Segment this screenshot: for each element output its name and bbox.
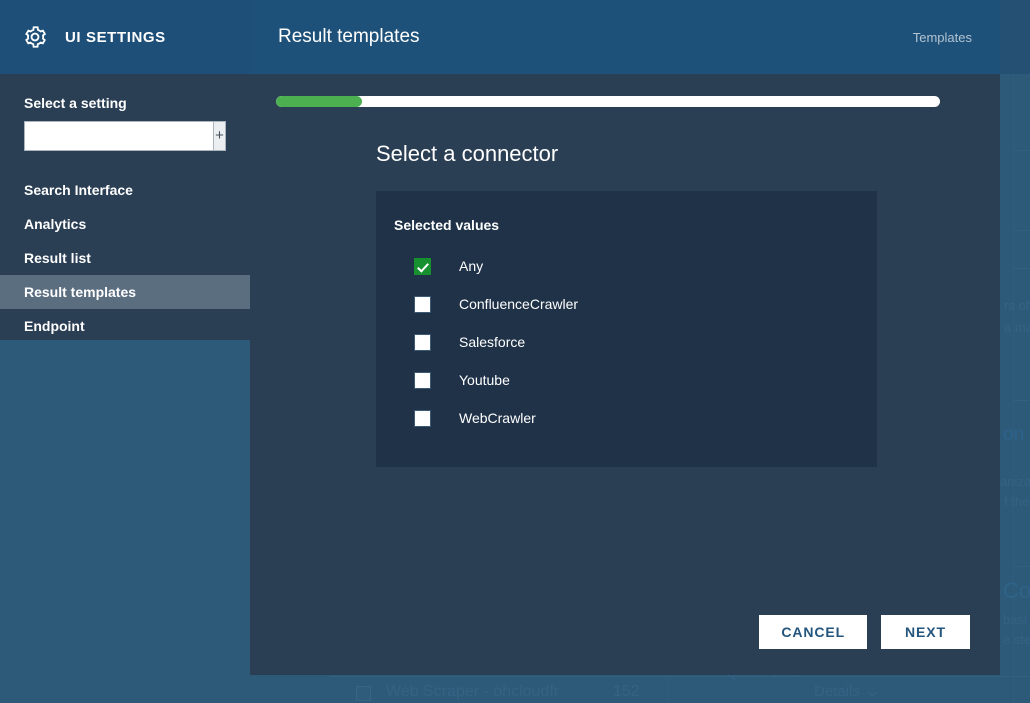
connector-option-salesforce[interactable]: Salesforce xyxy=(376,323,877,361)
sidebar-item-label: Analytics xyxy=(24,216,87,232)
sidebar-item-analytics[interactable]: Analytics xyxy=(0,207,250,241)
wizard-progress-bar xyxy=(276,96,940,107)
add-setting-button[interactable]: + xyxy=(213,121,226,151)
connector-option-label: Salesforce xyxy=(459,334,526,350)
sidebar-item-label: Result templates xyxy=(24,284,137,300)
checkbox-webcrawler[interactable] xyxy=(414,409,431,427)
connector-option-youtube[interactable]: Youtube xyxy=(376,361,877,399)
sidebar-item-result-templates[interactable]: Result templates xyxy=(0,275,250,309)
selected-values-panel: Selected values Any ConfluenceCrawler Sa… xyxy=(376,191,877,467)
sidebar-title: UI SETTINGS xyxy=(65,28,166,46)
sidebar-header: UI SETTINGS xyxy=(0,0,250,74)
connector-option-any[interactable]: Any xyxy=(376,247,877,285)
selected-values-label: Selected values xyxy=(394,217,500,233)
connector-option-label: ConfluenceCrawler xyxy=(459,296,579,312)
next-button[interactable]: NEXT xyxy=(881,615,970,649)
modal-title: Result templates xyxy=(278,26,420,47)
sidebar-item-label: Endpoint xyxy=(24,318,85,334)
checkbox-youtube[interactable] xyxy=(414,371,431,389)
setting-select-input[interactable] xyxy=(24,121,213,151)
checkbox-any[interactable] xyxy=(414,257,431,275)
connector-option-label: Any xyxy=(459,258,484,274)
select-a-setting-label: Select a setting xyxy=(24,95,127,111)
modal-body: Select a connector Selected values Any C… xyxy=(250,107,1000,675)
setting-selector: + xyxy=(24,121,226,151)
checkbox-salesforce[interactable] xyxy=(414,333,431,351)
modal-header: Result templates Templates xyxy=(250,0,1000,74)
sidebar-item-label: Search Interface xyxy=(24,182,133,198)
connector-option-webcrawler[interactable]: WebCrawler xyxy=(376,399,877,437)
checkbox-confluencecrawler[interactable] xyxy=(414,295,431,313)
templates-link[interactable]: Templates xyxy=(913,30,972,45)
sidebar-item-endpoint[interactable]: Endpoint xyxy=(0,309,250,343)
modal-footer: CANCEL NEXT xyxy=(759,615,970,649)
connector-option-label: WebCrawler xyxy=(459,410,536,426)
connector-wizard-modal: Result templates Templates Select a conn… xyxy=(250,0,1000,675)
sidebar-item-search-interface[interactable]: Search Interface xyxy=(0,173,250,207)
sidebar-item-label: Result list xyxy=(24,250,91,266)
connector-option-label: Youtube xyxy=(459,372,510,388)
sidebar-body: Select a setting + Search Interface Anal… xyxy=(0,74,250,343)
cancel-button[interactable]: CANCEL xyxy=(759,615,868,649)
wizard-progress-fill xyxy=(276,96,363,107)
step-title: Select a connector xyxy=(376,141,559,166)
connector-option-confluencecrawler[interactable]: ConfluenceCrawler xyxy=(376,285,877,323)
sidebar-item-result-list[interactable]: Result list xyxy=(0,241,250,275)
sidebar-nav: Search Interface Analytics Result list R… xyxy=(0,173,250,343)
app-root: rs of a ma on aniza f the Co basi e ste … xyxy=(0,0,1030,703)
gear-icon xyxy=(22,24,48,50)
ui-settings-sidebar: UI SETTINGS Select a setting + Search In… xyxy=(0,0,250,340)
